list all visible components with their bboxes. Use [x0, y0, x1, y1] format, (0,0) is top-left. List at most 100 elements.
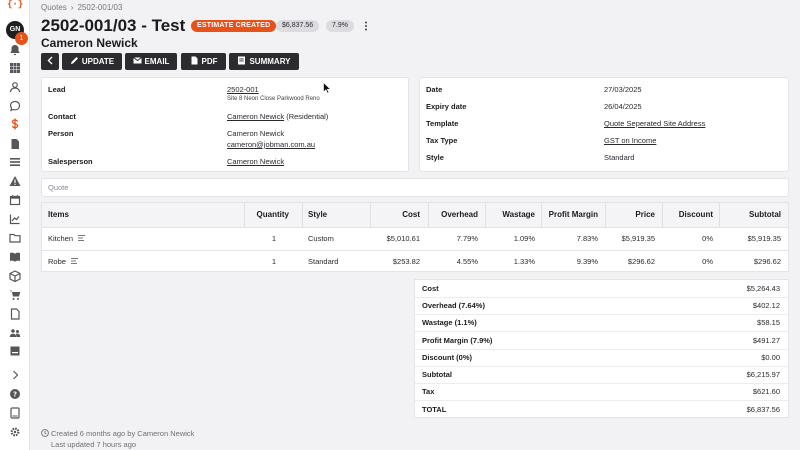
lead-link[interactable]: 2502-001: [227, 85, 259, 94]
created-text: Created 6 months ago by Cameron Newick: [51, 429, 195, 438]
list-icon[interactable]: [9, 156, 21, 168]
email-button[interactable]: EMAIL: [125, 53, 177, 70]
price-cell: $5,919.35: [621, 234, 655, 243]
summary-row-discount: Discount (0%) $0.00: [415, 349, 788, 366]
summary-button[interactable]: SUMMARY: [229, 53, 299, 70]
back-button[interactable]: [41, 53, 59, 70]
update-button-label: UPDATE: [81, 57, 115, 66]
salesperson-link[interactable]: Cameron Newick: [227, 157, 284, 166]
amount-badge: $6,837.56: [276, 20, 320, 32]
help-icon[interactable]: ?: [9, 388, 21, 400]
column-header-items: Items: [48, 203, 69, 227]
column-header-wastage: Wastage: [485, 203, 535, 227]
chart-icon[interactable]: [9, 213, 21, 225]
box-icon[interactable]: [9, 270, 21, 282]
item-name-cell: Kitchen: [48, 228, 86, 250]
list-details-icon[interactable]: [70, 258, 78, 264]
cart-icon[interactable]: [9, 289, 21, 301]
overhead-cell: 7.79%: [456, 234, 478, 243]
book-icon[interactable]: [9, 251, 21, 263]
contact-value: Cameron Newick (Residential): [227, 112, 328, 121]
clock-icon: [41, 429, 49, 437]
list-details-icon[interactable]: [78, 235, 86, 241]
wastage-cell: 1.09%: [513, 234, 535, 243]
status-badge: ESTIMATE CREATED: [191, 20, 277, 32]
folder-icon[interactable]: [9, 232, 21, 244]
pdf-button-label: PDF: [201, 57, 218, 66]
chat-icon[interactable]: [9, 100, 21, 112]
discount-cell: 0%: [702, 257, 713, 266]
breadcrumb: Quotes › 2502-001/03: [41, 3, 122, 12]
lead-label: Lead: [48, 85, 66, 94]
date-label: Date: [426, 85, 443, 94]
subtotal-cell: $5,919.35: [747, 234, 781, 243]
summary-value: $6,837.56: [746, 405, 780, 414]
document-icon[interactable]: [9, 138, 21, 150]
notification-count-badge: 1: [15, 32, 28, 45]
contact-link[interactable]: Cameron Newick: [227, 112, 284, 121]
warning-icon[interactable]: [9, 175, 21, 187]
column-header-style: Style: [308, 203, 328, 227]
summary-label: Profit Margin (7.9%): [422, 336, 493, 345]
column-header-profit-margin: Profit Margin: [541, 203, 598, 227]
summary-value: $6,215.97: [746, 370, 780, 379]
salesperson-label: Salesperson: [48, 157, 93, 166]
summary-row-total: TOTAL $6,837.56: [415, 401, 788, 418]
breadcrumb-separator: ›: [70, 3, 74, 12]
bell-icon[interactable]: [9, 44, 21, 56]
quote-notes-field[interactable]: Quote: [41, 178, 789, 197]
file-icon[interactable]: [9, 308, 21, 320]
summary-label: Wastage (1.1%): [422, 318, 477, 327]
style-cell: Custom: [308, 234, 334, 243]
quantity-cell: 1: [271, 234, 276, 243]
summary-label: Subtotal: [422, 370, 452, 379]
summary-value: $491.27: [752, 336, 780, 345]
column-header-price: Price: [605, 203, 655, 227]
summary-label: Cost: [422, 284, 439, 293]
column-header-subtotal: Subtotal: [722, 203, 781, 227]
svg-text:?: ?: [13, 391, 17, 399]
update-button[interactable]: UPDATE: [62, 53, 122, 70]
summary-value: $0.00: [761, 353, 780, 362]
tablet-icon[interactable]: [9, 407, 21, 419]
email-button-label: EMAIL: [144, 57, 170, 66]
pdf-button[interactable]: PDF: [181, 53, 226, 70]
margin-percent-badge: 7.9%: [326, 20, 354, 32]
more-options-icon[interactable]: [362, 20, 370, 32]
chevron-right-icon[interactable]: [9, 369, 21, 381]
app-logo[interactable]: {·}: [7, 0, 23, 11]
template-label: Template: [426, 119, 459, 128]
expiry-value: 26/04/2025: [604, 102, 642, 111]
created-info: Created 6 months ago by Cameron Newick: [41, 429, 194, 438]
summary-value: $621.60: [752, 387, 780, 396]
summary-label: Tax: [422, 387, 435, 396]
summary-value: $5,264.43: [746, 284, 780, 293]
summary-label: TOTAL: [422, 405, 447, 414]
team-icon[interactable]: [9, 327, 21, 339]
tax-type-label: Tax Type: [426, 136, 458, 145]
gear-icon[interactable]: [9, 426, 21, 438]
item-name-cell: Robe: [48, 251, 78, 273]
template-link[interactable]: Quote Seperated Site Address: [604, 119, 705, 128]
person-label: Person: [48, 129, 74, 138]
user-icon[interactable]: [9, 81, 21, 93]
summary-row-cost: Cost $5,264.43: [415, 280, 788, 297]
profit-margin-cell: 7.83%: [576, 234, 598, 243]
person-email-link[interactable]: cameron@jobman.com.au: [227, 140, 315, 149]
grid-icon[interactable]: [9, 62, 21, 74]
dollar-icon[interactable]: [9, 118, 21, 130]
totals-summary-card: Cost $5,264.43 Overhead (7.64%) $402.12 Wa…: [414, 279, 789, 418]
style-label: Style: [426, 153, 444, 162]
envelope-icon: [132, 57, 142, 64]
calendar-icon[interactable]: [9, 194, 21, 206]
summary-row-profit-margin: Profit Margin (7.9%) $491.27: [415, 332, 788, 349]
tax-type-link[interactable]: GST on Income: [604, 136, 656, 145]
archive-icon[interactable]: [9, 345, 21, 357]
contact-label: Contact: [48, 112, 76, 121]
customer-name: Cameron Newick: [41, 36, 138, 50]
breadcrumb-link-quotes[interactable]: Quotes: [41, 3, 67, 12]
style-value: Standard: [604, 153, 635, 162]
quantity-cell: 1: [271, 257, 276, 266]
lead-address: Site 8 Neon Close Parkwood Reno: [227, 96, 320, 102]
summary-value: $58.15: [757, 318, 780, 327]
